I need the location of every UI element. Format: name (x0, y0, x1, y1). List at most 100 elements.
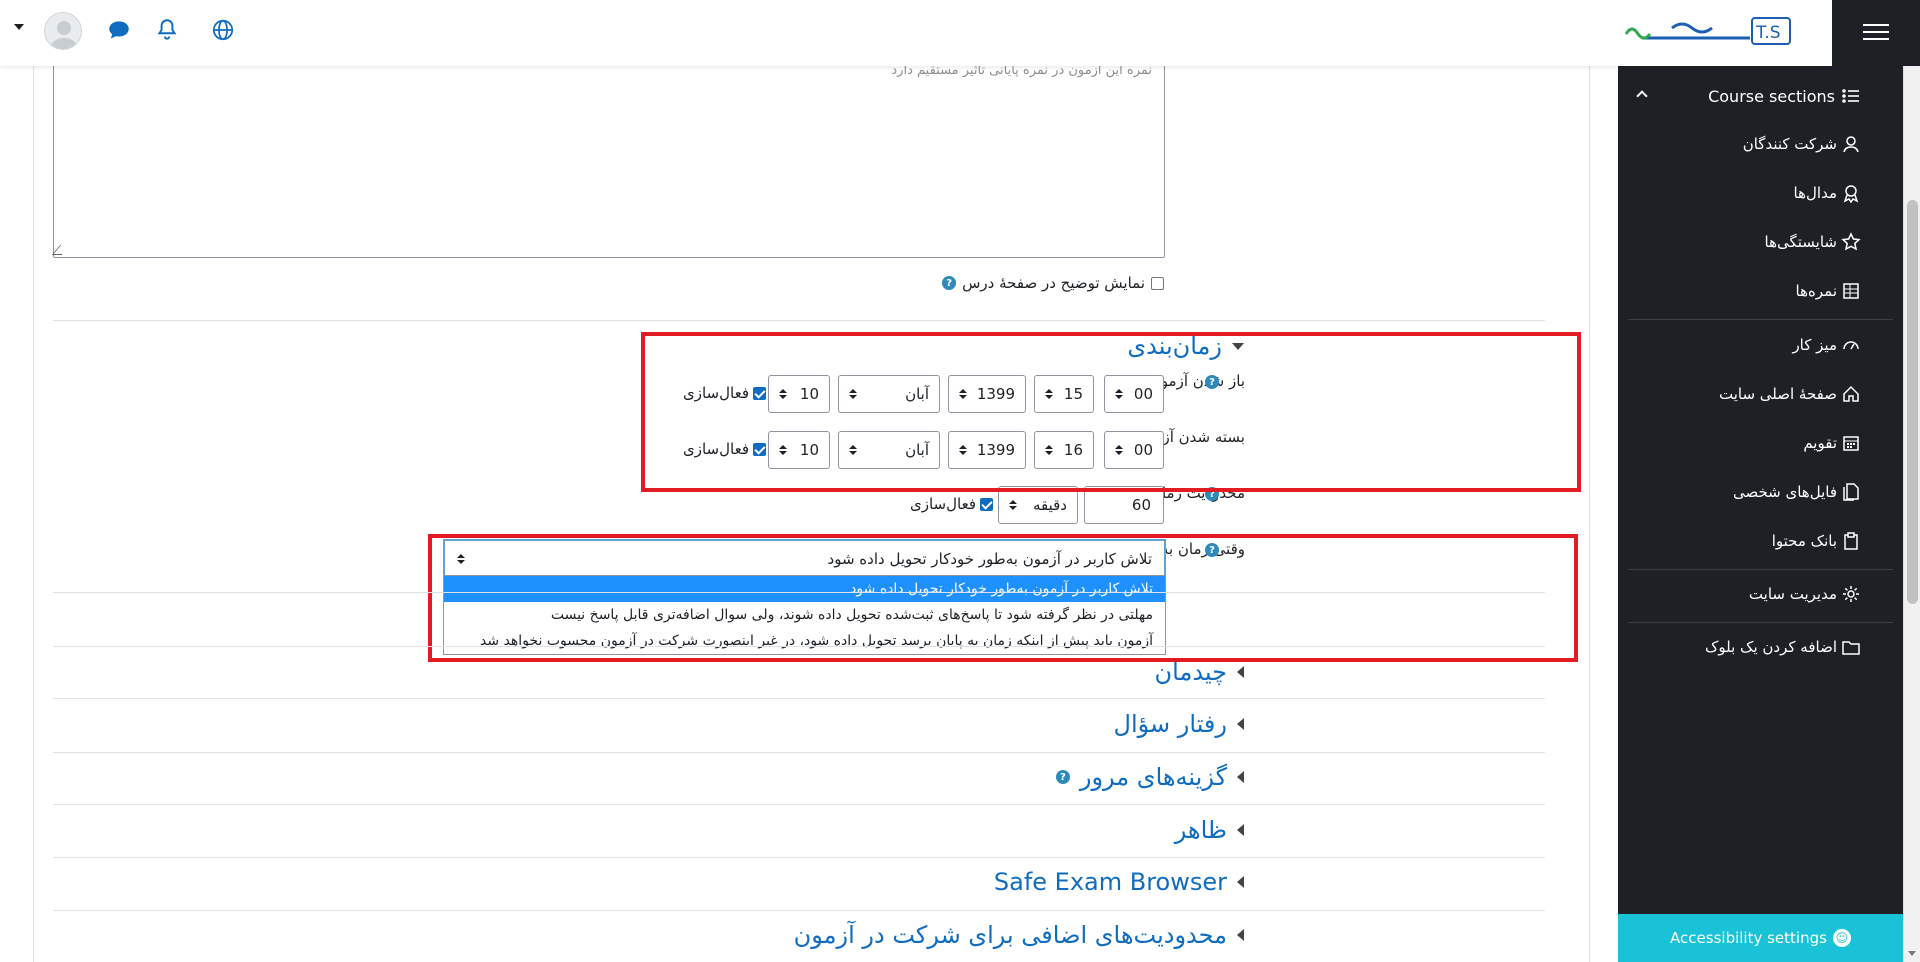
open-enable-checkbox[interactable] (753, 386, 766, 400)
list-icon (1842, 89, 1859, 103)
dropdown-option[interactable]: تلاش کاربر در آزمون به‌طور خودکار تحویل … (444, 576, 1165, 602)
scroll-down-icon[interactable] (1908, 951, 1916, 956)
layout-section-header[interactable]: چیدمان (1155, 658, 1244, 686)
close-month-select[interactable]: آبان (838, 431, 940, 469)
star-icon (1841, 232, 1861, 251)
safe-exam-browser-section-header[interactable]: Safe Exam Browser (994, 868, 1244, 896)
drawer-item-grades[interactable]: نمره‌ها (1796, 281, 1861, 301)
open-day-select[interactable]: 10 (768, 375, 830, 413)
close-minute-select[interactable]: 00 (1104, 431, 1164, 469)
divider (53, 857, 1545, 858)
show-description-checkbox[interactable] (1151, 276, 1164, 290)
divider (53, 320, 1545, 321)
course-sections-header[interactable]: Course sections (1708, 86, 1861, 106)
dropdown-option[interactable]: مهلتی در نظر گرفته شود تا پاسخ‌های ثبت‌ش… (444, 602, 1165, 628)
drawer-item-site-admin[interactable]: مدیریت سایت (1749, 584, 1861, 604)
accessibility-settings-button[interactable]: Accessibility settings ☺ (1618, 914, 1903, 962)
users-icon (1843, 136, 1859, 153)
site-logo[interactable]: T.S (1622, 12, 1792, 54)
close-enable-label: فعال‌سازی (683, 440, 749, 458)
question-behaviour-section-header[interactable]: رفتار سؤال (1114, 710, 1244, 738)
extra-restrictions-section-header[interactable]: محدودیت‌های اضافی برای شرکت در آزمون (794, 921, 1244, 949)
close-year-select[interactable]: 1399 (948, 431, 1026, 469)
calendar-icon (1843, 436, 1859, 451)
help-icon[interactable]: ? (1205, 543, 1219, 557)
time-limit-enable-checkbox[interactable] (980, 497, 993, 511)
caret-down-icon[interactable] (14, 24, 24, 30)
svg-text:T.S: T.S (1755, 23, 1781, 43)
time-limit-enable-row: فعال‌سازی (910, 495, 993, 513)
open-quiz-label: باز شدن آزمون (1149, 372, 1245, 390)
time-limit-input[interactable]: 60 (1084, 486, 1164, 524)
open-hour-select[interactable]: 15 (1034, 375, 1094, 413)
close-enable-row: فعال‌سازی (683, 440, 766, 458)
open-minute-select[interactable]: 00 (1104, 375, 1164, 413)
avatar[interactable] (44, 12, 82, 50)
main-content: نمره این آزمون در نمره پایانی تاثیر مستق… (0, 66, 1618, 962)
chat-icon[interactable] (106, 17, 134, 45)
drawer-divider (1628, 319, 1893, 320)
drawer-item-site-home[interactable]: صفحهٔ اصلی سایت (1719, 384, 1861, 404)
description-textarea[interactable]: نمره این آزمون در نمره پایانی تاثیر مستق… (51, 66, 1165, 258)
close-enable-checkbox[interactable] (753, 442, 766, 456)
accessibility-icon: ☺ (1832, 929, 1851, 947)
divider (53, 646, 1545, 647)
course-drawer: Course sections شرکت کنندگان مدال‌ها شای… (1618, 66, 1903, 962)
appearance-section-header[interactable]: ظاهر (1175, 816, 1244, 844)
overdue-dropdown-list: تلاش کاربر در آزمون به‌طور خودکار تحویل … (443, 575, 1166, 655)
help-icon[interactable]: ? (942, 276, 957, 290)
chevron-left-icon (1237, 824, 1244, 836)
drawer-item-participants[interactable]: شرکت کنندگان (1743, 134, 1861, 154)
badge-icon (1843, 185, 1859, 203)
dropdown-option[interactable]: آزمون باید پیش از اینکه زمان به پایان بر… (444, 628, 1165, 654)
divider (53, 804, 1545, 805)
select-arrows-icon (457, 553, 465, 564)
divider (53, 910, 1545, 911)
close-day-select[interactable]: 10 (768, 431, 830, 469)
description-text: نمره این آزمون در نمره پایانی تاثیر مستق… (891, 66, 1152, 78)
help-icon[interactable]: ? (1055, 770, 1070, 784)
globe-icon[interactable] (210, 17, 238, 45)
open-enable-label: فعال‌سازی (683, 384, 749, 402)
files-icon (1843, 483, 1859, 501)
gradebook-icon (1843, 283, 1859, 299)
review-options-section-header[interactable]: گزینه‌های مرور ? (1055, 763, 1244, 791)
help-icon[interactable]: ? (1205, 487, 1219, 501)
time-limit-unit-select[interactable]: دقیقه (998, 486, 1078, 524)
hamburger-menu-button[interactable] (1832, 0, 1920, 66)
drawer-item-private-files[interactable]: فایل‌های شخصی (1733, 482, 1861, 502)
drawer-divider (1628, 569, 1893, 570)
chevron-left-icon (1237, 771, 1244, 783)
drawer-divider (1628, 622, 1893, 623)
time-limit-enable-label: فعال‌سازی (910, 495, 976, 513)
chevron-left-icon (1237, 929, 1244, 941)
overdue-select[interactable]: تلاش کاربر در آزمون به‌طور خودکار تحویل … (443, 539, 1166, 577)
drawer-item-competencies[interactable]: شایستگی‌ها (1765, 232, 1862, 252)
chevron-left-icon (1237, 876, 1244, 888)
drawer-item-content-bank[interactable]: بانک محتوا (1772, 531, 1861, 551)
show-description-label: نمایش توضیح در صفحهٔ درس (962, 274, 1145, 292)
close-hour-select[interactable]: 16 (1034, 431, 1094, 469)
show-description-row: نمایش توضیح در صفحهٔ درس ? (942, 274, 1164, 292)
top-navbar: T.S (0, 0, 1920, 66)
resize-grip-icon[interactable] (51, 245, 71, 255)
drawer-item-dashboard[interactable]: میز کار (1792, 335, 1861, 355)
chevron-up-icon[interactable] (1636, 90, 1648, 102)
page-scrollbar[interactable] (1903, 0, 1920, 962)
home-icon (1843, 385, 1859, 402)
divider (53, 752, 1545, 753)
help-icon[interactable]: ? (1205, 375, 1219, 389)
timing-section-title: زمان‌بندی (1127, 332, 1222, 360)
timing-section-header[interactable]: زمان‌بندی (1127, 332, 1244, 360)
scrollbar-thumb[interactable] (1907, 200, 1918, 604)
drawer-item-calendar[interactable]: تقویم (1803, 433, 1861, 453)
divider (53, 698, 1545, 699)
open-month-select[interactable]: آبان (838, 375, 940, 413)
chevron-left-icon (1237, 718, 1244, 730)
bell-icon[interactable] (154, 17, 182, 45)
drawer-item-badges[interactable]: مدال‌ها (1794, 183, 1861, 203)
drawer-item-add-block[interactable]: اضافه کردن یک بلوک (1705, 637, 1861, 657)
clipboard-icon (1844, 532, 1858, 550)
open-year-select[interactable]: 1399 (948, 375, 1026, 413)
folder-icon (1842, 641, 1860, 655)
